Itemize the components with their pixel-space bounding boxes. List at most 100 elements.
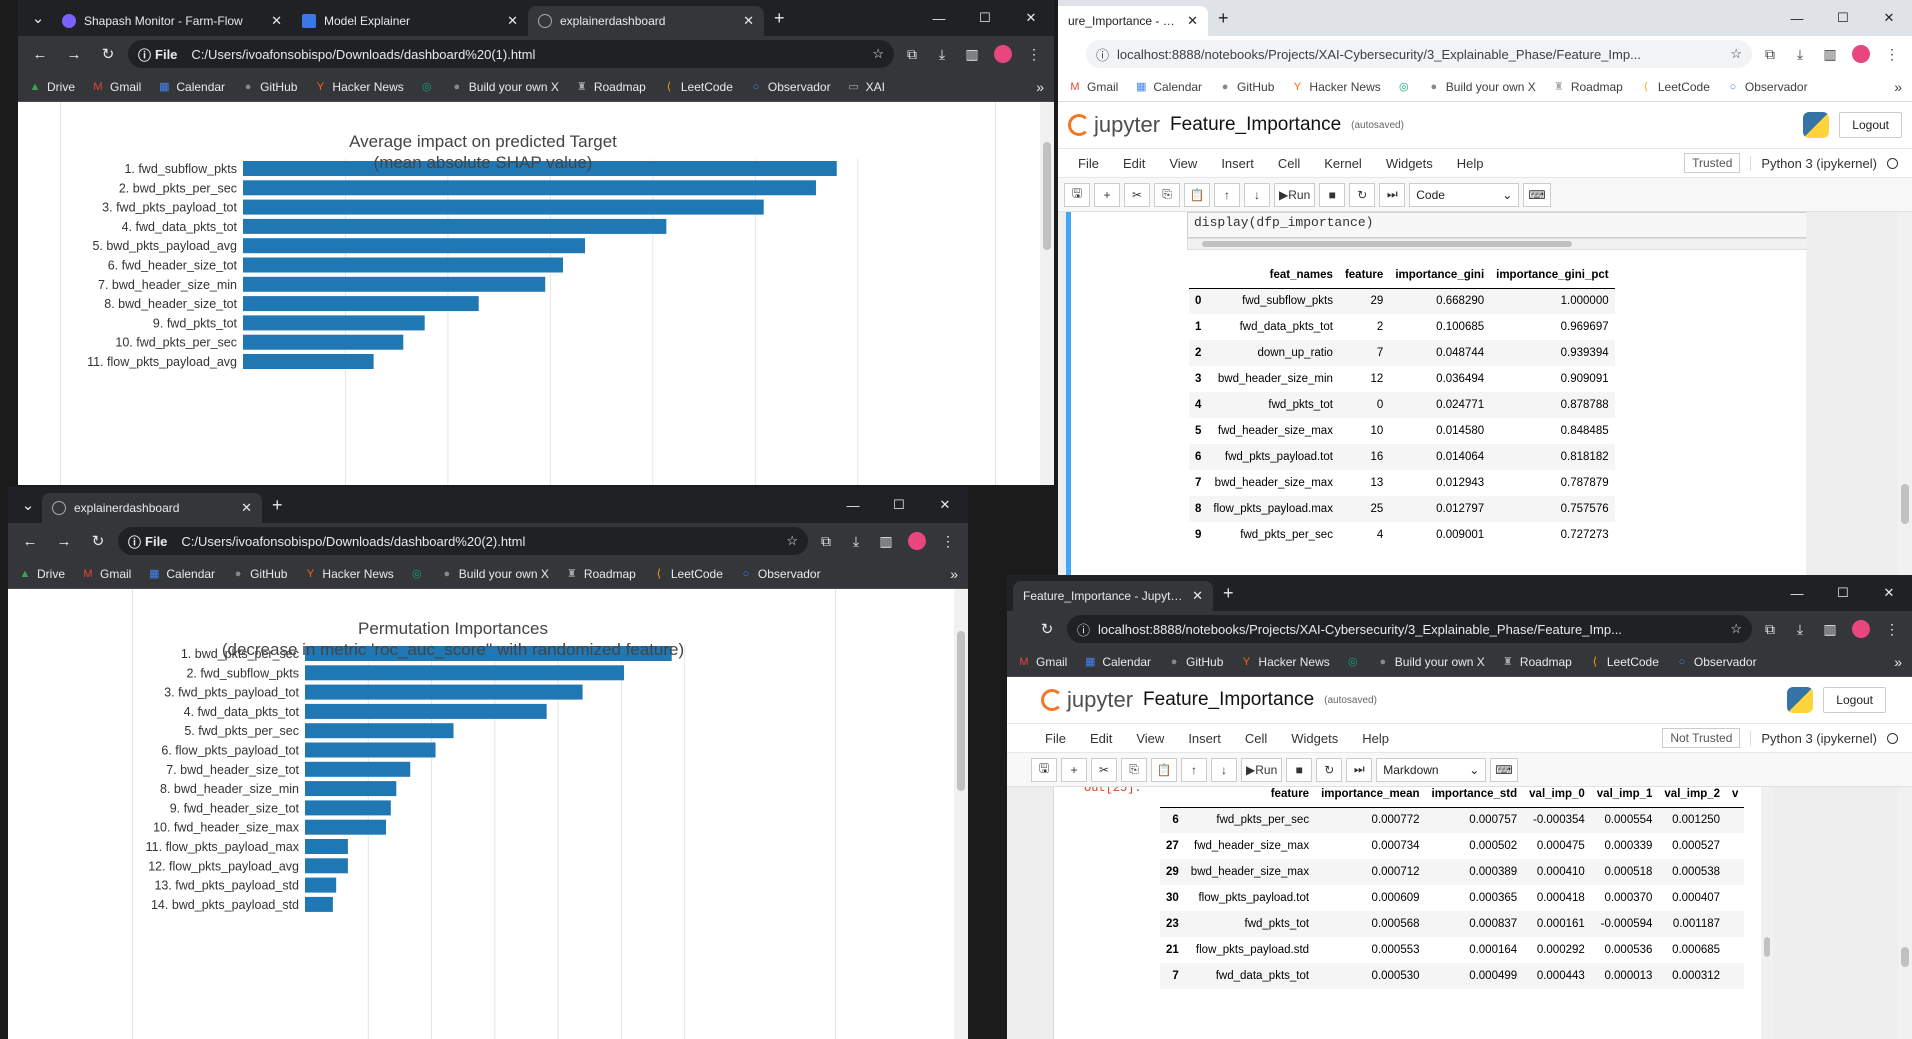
bookmark-hacker-news[interactable]: Y Hacker News	[313, 80, 404, 94]
bookmark-observador[interactable]: ○ Observador	[739, 567, 821, 581]
close-icon[interactable]: ✕	[507, 13, 518, 29]
logout-button[interactable]: Logout	[1839, 112, 1902, 138]
star-icon[interactable]: ☆	[1730, 46, 1742, 62]
sidepanel-icon[interactable]: ▥	[1818, 46, 1842, 63]
menu-widgets[interactable]: Widgets	[1279, 731, 1350, 746]
paste-icon[interactable]: 📋	[1184, 182, 1210, 207]
page-vscroll[interactable]	[954, 589, 968, 1039]
sidepanel-icon[interactable]: ▥	[874, 533, 898, 550]
run-button[interactable]: ▶ Run	[1241, 757, 1283, 782]
menu-cell[interactable]: Cell	[1266, 156, 1312, 171]
bookmark-gmail[interactable]: M Gmail	[1017, 655, 1067, 669]
avatar[interactable]	[908, 532, 926, 550]
bookmark-drive[interactable]: ▲ Drive	[18, 567, 65, 581]
menu-icon[interactable]: ⋮	[936, 533, 960, 550]
reload-icon[interactable]: ↻	[94, 45, 122, 63]
bar-8[interactable]	[305, 781, 397, 797]
address-bar[interactable]: ⓘ File C:/Users/ivoafonsobispo/Downloads/…	[128, 40, 894, 68]
bookmark-chatgpt[interactable]: ◎	[1397, 80, 1411, 94]
download-icon[interactable]: ⤓	[930, 46, 954, 63]
bar-5[interactable]	[305, 723, 454, 739]
bar-10[interactable]	[243, 334, 404, 350]
bar-14[interactable]	[305, 896, 333, 912]
bookmark-leetcode[interactable]: ⟨ LeetCode	[1639, 80, 1710, 94]
star-icon[interactable]: ☆	[786, 533, 798, 549]
bookmark-observador[interactable]: ○ Observador	[749, 80, 831, 94]
bookmark-gmail[interactable]: M Gmail	[81, 567, 131, 581]
bookmark-drive[interactable]: ▲ Drive	[28, 80, 75, 94]
code-cell[interactable]: display(dfp_importance) feat_names featur…	[1066, 212, 1806, 575]
close-icon[interactable]: ✕	[1192, 588, 1203, 604]
output-cell[interactable]: Out[25]: feature importance_mean importanc…	[1053, 787, 1773, 1039]
menu-widgets[interactable]: Widgets	[1374, 156, 1445, 171]
forward-icon[interactable]: →	[60, 46, 88, 63]
close-icon[interactable]: ✕	[271, 13, 282, 29]
interrupt-icon[interactable]: ■	[1286, 757, 1313, 782]
bookmark-build-your-own-x[interactable]: ● Build your own X	[1427, 80, 1535, 94]
bookmark-roadmap[interactable]: ♜ Roadmap	[1552, 80, 1623, 94]
minimize-icon[interactable]: —	[1774, 11, 1820, 26]
address-bar[interactable]: ⓘ File C:/Users/ivoafonsobispo/Downloads/…	[118, 527, 808, 555]
bookmark-roadmap[interactable]: ♜ Roadmap	[575, 80, 646, 94]
move-up-icon[interactable]: ↑	[1181, 757, 1207, 782]
code-input[interactable]: display(dfp_importance)	[1187, 212, 1806, 238]
more-bookmarks-icon[interactable]: »	[1036, 79, 1044, 95]
more-bookmarks-icon[interactable]: »	[1894, 654, 1902, 670]
bookmark-build-your-own-x[interactable]: ● Build your own X	[450, 80, 558, 94]
avatar[interactable]	[1852, 620, 1870, 638]
bar-7[interactable]	[243, 276, 546, 292]
bar-2[interactable]	[243, 180, 816, 196]
file-chip[interactable]: ⓘ File	[138, 45, 183, 64]
window-close-icon[interactable]: ✕	[1866, 585, 1912, 601]
trusted-indicator[interactable]: Not Trusted	[1662, 728, 1741, 748]
bookmark-leetcode[interactable]: ⟨ LeetCode	[652, 567, 723, 581]
window-close-icon[interactable]: ✕	[1008, 10, 1054, 26]
bar-6[interactable]	[243, 257, 564, 273]
bookmark-roadmap[interactable]: ♜ Roadmap	[565, 567, 636, 581]
add-cell-icon[interactable]: +	[1094, 182, 1120, 207]
menu-insert[interactable]: Insert	[1209, 156, 1266, 171]
extensions-icon[interactable]: ⧉	[900, 46, 924, 63]
keyboard-icon[interactable]: ⌨	[1523, 182, 1551, 207]
bar-4[interactable]	[243, 218, 667, 234]
code-hscroll[interactable]	[1187, 238, 1806, 250]
avatar[interactable]	[1852, 45, 1870, 63]
close-icon[interactable]: ✕	[1187, 13, 1198, 29]
bookmark-observador[interactable]: ○ Observador	[1675, 655, 1757, 669]
maximize-icon[interactable]: ☐	[1820, 10, 1866, 26]
bar-3[interactable]	[305, 684, 583, 700]
bar-2[interactable]	[305, 665, 625, 681]
new-tab-icon[interactable]: +	[1208, 8, 1239, 29]
bookmark-build-your-own-x[interactable]: ● Build your own X	[1376, 655, 1484, 669]
menu-icon[interactable]: ⋮	[1880, 621, 1904, 638]
bar-9[interactable]	[305, 800, 391, 816]
window-close-icon[interactable]: ✕	[922, 497, 968, 513]
back-icon[interactable]: ←	[16, 533, 44, 550]
jupyter-logo[interactable]: jupyter	[1041, 687, 1133, 713]
more-bookmarks-icon[interactable]: »	[1894, 79, 1902, 95]
save-icon[interactable]: 🖫	[1031, 757, 1057, 782]
back-icon[interactable]: ←	[26, 46, 54, 63]
menu-edit[interactable]: Edit	[1078, 731, 1124, 746]
more-bookmarks-icon[interactable]: »	[950, 566, 958, 582]
bookmark-roadmap[interactable]: ♜ Roadmap	[1501, 655, 1572, 669]
logout-button[interactable]: Logout	[1823, 687, 1886, 713]
cell-type-select[interactable]: Markdown ⌄	[1376, 757, 1487, 782]
bookmark-chatgpt[interactable]: ◎	[420, 80, 434, 94]
restart-icon[interactable]: ↻	[1349, 182, 1376, 207]
notebook-name[interactable]: Feature_Importance	[1170, 114, 1341, 136]
bookmark-hacker-news[interactable]: Y Hacker News	[303, 567, 394, 581]
bar-11[interactable]	[305, 839, 348, 854]
download-icon[interactable]: ⤓	[844, 533, 868, 550]
extensions-icon[interactable]: ⧉	[1758, 46, 1782, 63]
bookmark-hacker-news[interactable]: Y Hacker News	[1290, 80, 1381, 94]
reload-icon[interactable]: ↻	[84, 532, 112, 550]
menu-insert[interactable]: Insert	[1176, 731, 1233, 746]
cut-icon[interactable]: ✂	[1124, 182, 1150, 207]
bookmark-calendar[interactable]: ▦ Calendar	[1083, 655, 1151, 669]
bookmark-observador[interactable]: ○ Observador	[1726, 80, 1808, 94]
notebook-vscroll[interactable]	[1898, 787, 1912, 1039]
minimize-icon[interactable]: —	[1774, 586, 1820, 601]
bar-9[interactable]	[243, 315, 425, 331]
file-chip[interactable]: ⓘ File	[128, 532, 173, 551]
